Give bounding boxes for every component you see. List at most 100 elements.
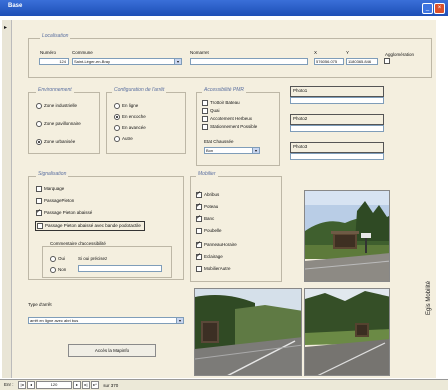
checkbox-passage-pieton-podotactile[interactable]: Passage Pieton abaissé avec bande podota… (35, 221, 145, 231)
checkbox-panneau-horaire[interactable]: PanneauHoraire (196, 240, 237, 248)
last-record-button[interactable]: ▸| (82, 381, 90, 389)
radio-en-avancee[interactable]: En avancée (114, 125, 146, 131)
record-total: sur 370 (103, 382, 119, 388)
record-navigation-bar: Enr : |◂ ◂ 120 ▸ ▸| ▸* sur 370 (0, 379, 448, 390)
radio-label: En encoche (122, 114, 146, 120)
radio-zone-industrielle[interactable]: Zone industrielle (36, 103, 77, 109)
type-arret-select[interactable]: arrêt en ligne avec abri bus ▾ (28, 317, 184, 324)
photo2-box: Photo2 (290, 114, 384, 125)
checkbox-mobilier-autre[interactable]: MobilierAutre (196, 266, 231, 272)
checkbox-marquage[interactable]: Marquage (36, 186, 64, 192)
radio-icon (50, 256, 56, 262)
type-arret-value: arrêt en ligne avec abri bus (30, 318, 79, 323)
photo1-box: Photo1 (290, 86, 384, 97)
photo1-label: Photo1 (293, 88, 308, 93)
checkbox-icon (196, 228, 202, 234)
chevron-down-icon[interactable]: ▾ (252, 148, 259, 153)
localisation-caption: Localisation (40, 33, 71, 39)
checkbox-icon (196, 202, 202, 210)
configuration-caption: Configuration de l'arrêt (112, 87, 167, 93)
checkbox-accotement-herbeux[interactable]: Accotement Herbeux (202, 116, 252, 122)
numero-field[interactable]: 124 (39, 58, 69, 65)
radio-icon (36, 103, 42, 109)
x-field[interactable]: 576056.075 (314, 58, 344, 65)
radio-label: Zone pavillonnaire (44, 121, 81, 127)
checkbox-quai[interactable]: Quai (202, 108, 220, 114)
radio-icon (114, 103, 120, 109)
checkbox-abribus[interactable]: Abribus (196, 190, 220, 198)
new-record-button[interactable]: ▸* (91, 381, 99, 389)
radio-label: Autre (122, 136, 133, 142)
radio-zone-urbanisee[interactable]: Zone urbanisée (36, 139, 75, 145)
checkbox-trottoir-bateau[interactable]: Trottoir Bateau (202, 100, 240, 106)
x-label: X (314, 50, 318, 55)
acces-mapinfo-button[interactable]: Accès la Mapinfo (68, 344, 156, 357)
checkbox-icon (36, 186, 42, 192)
radio-icon (114, 136, 120, 142)
checkbox-label: Banc (204, 216, 215, 222)
checkbox-stationnement-possible[interactable]: Stationnement Possible (202, 124, 257, 130)
checkbox-poteau[interactable]: Poteau (196, 202, 218, 210)
si-oui-field[interactable] (78, 265, 162, 272)
radio-oui[interactable]: Oui (50, 256, 65, 262)
radio-icon (36, 139, 42, 145)
commentaire-group (42, 246, 172, 278)
photo2-field[interactable] (290, 125, 384, 132)
chevron-down-icon[interactable]: ▾ (176, 318, 183, 323)
chevron-down-icon[interactable]: ▾ (174, 59, 181, 64)
radio-autre[interactable]: Autre (114, 136, 133, 142)
photo3-field[interactable] (290, 153, 384, 160)
nomarret-label: Nomarret (190, 50, 209, 55)
y-field[interactable]: 1180365.846 (346, 58, 378, 65)
radio-en-encoche[interactable]: En encoche (114, 114, 146, 120)
checkbox-icon (202, 100, 208, 106)
radio-icon (114, 114, 120, 120)
record-selector[interactable]: ▸ (2, 20, 12, 378)
commune-select[interactable]: Saint-Léger-en-Bray ▾ (72, 58, 182, 65)
photo2-image (194, 288, 302, 376)
window-title-bar: Base _ × (0, 0, 448, 16)
photo3-image (304, 288, 390, 376)
mobilier-caption: Mobilier (196, 171, 218, 177)
radio-label: Zone industrielle (44, 103, 78, 109)
checkbox-banc[interactable]: Banc (196, 214, 215, 222)
radio-zone-pavillonnaire[interactable]: Zone pavillonnaire (36, 121, 81, 127)
radio-label: Zone urbanisée (44, 139, 76, 145)
checkbox-label: MobilierAutre (204, 266, 231, 272)
photo1-field[interactable] (290, 97, 384, 104)
nomarret-field[interactable] (190, 58, 308, 65)
si-oui-label: Si oui précisez (78, 256, 108, 261)
radio-non[interactable]: Non (50, 267, 66, 273)
credit-text: Egis Mobilité (426, 280, 432, 315)
configuration-group (106, 92, 186, 154)
checkbox-eclairage[interactable]: Eclairage (196, 252, 223, 260)
photo3-label: Photo3 (293, 144, 308, 149)
accessibilite-caption: Accessibilité PMR (202, 87, 247, 93)
next-record-button[interactable]: ▸ (73, 381, 81, 389)
previous-record-button[interactable]: ◂ (27, 381, 35, 389)
close-button[interactable]: × (434, 3, 445, 14)
agglomeration-checkbox[interactable] (384, 58, 392, 64)
etat-chaussee-select[interactable]: Bon ▾ (204, 147, 260, 154)
checkbox-label: Eclairage (204, 254, 223, 260)
type-arret-label: Type d'arrêt (28, 302, 52, 307)
radio-icon (50, 267, 56, 273)
checkbox-passage-pieton[interactable]: PassagePieton (36, 198, 74, 204)
first-record-button[interactable]: |◂ (18, 381, 26, 389)
checkbox-icon (196, 214, 202, 222)
checkbox-icon (196, 252, 202, 260)
minimize-button[interactable]: _ (422, 3, 433, 14)
checkbox-label: Stationnement Possible (210, 124, 258, 130)
record-number-field[interactable]: 120 (36, 381, 72, 389)
checkbox-label: Abribus (204, 192, 220, 198)
checkbox-label: Marquage (44, 186, 65, 192)
checkbox-passage-pieton-abaisse[interactable]: Passage Pieton abaissé (36, 208, 92, 216)
radio-icon (36, 121, 42, 127)
radio-icon (114, 125, 120, 131)
agglomeration-label: Agglomération (385, 52, 415, 57)
radio-en-ligne[interactable]: En ligne (114, 103, 138, 109)
checkbox-poubelle[interactable]: Poubelle (196, 228, 222, 234)
commune-label: Commune (72, 50, 93, 55)
photo2-label: Photo2 (293, 116, 308, 121)
window-title: Base (8, 3, 23, 9)
